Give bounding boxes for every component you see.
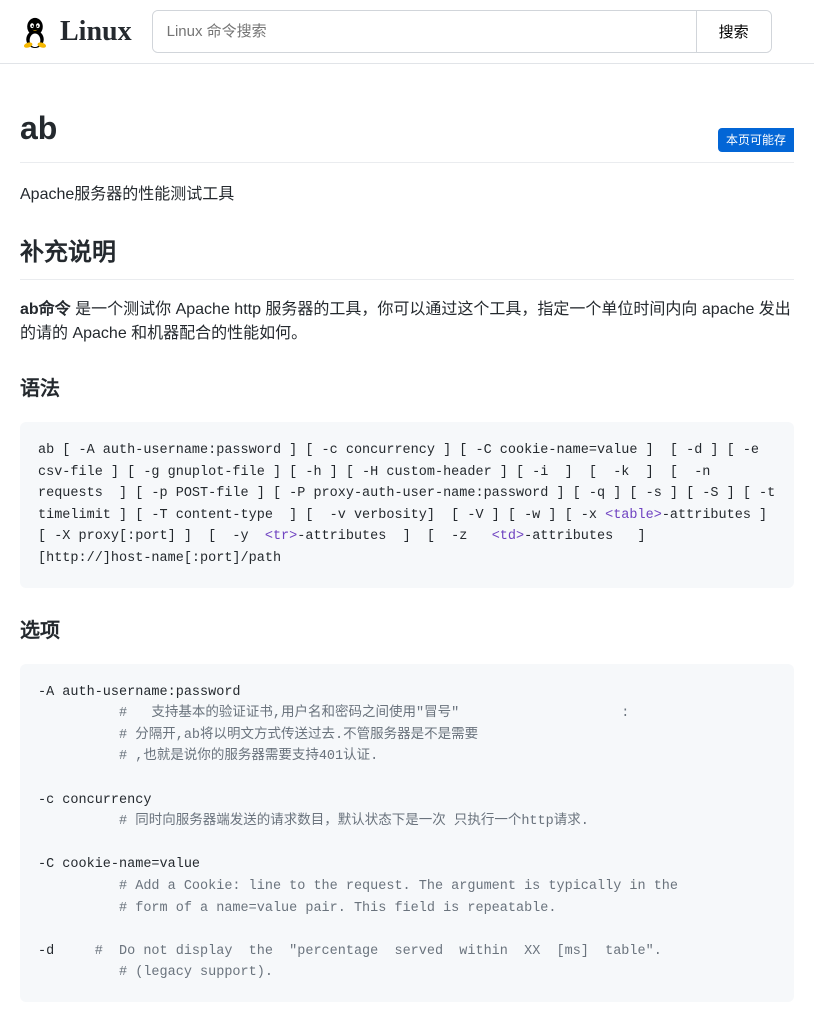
subtitle: Apache服务器的性能测试工具 [20, 183, 794, 207]
status-badge[interactable]: 本页可能存 [718, 128, 794, 152]
heading-supplement: 补充说明 [20, 235, 794, 280]
search-button[interactable]: 搜索 [696, 11, 771, 52]
title-row: ab 本页可能存 [20, 104, 794, 163]
search-input[interactable] [153, 11, 696, 52]
page-title: ab [20, 104, 57, 152]
content: ab 本页可能存 Apache服务器的性能测试工具 补充说明 ab命令 是一个测… [0, 64, 814, 1032]
desc-rest: 是一个测试你 Apache http 服务器的工具，你可以通过这个工具，指定一个… [20, 301, 791, 342]
search-form: 搜索 [152, 10, 772, 53]
logo-text: Linux [60, 11, 132, 53]
syntax-block: ab [ -A auth-username:password ] [ -c co… [20, 422, 794, 588]
desc-strong: ab命令 [20, 301, 71, 318]
heading-syntax: 语法 [20, 374, 794, 404]
description: ab命令 是一个测试你 Apache http 服务器的工具，你可以通过这个工具… [20, 298, 794, 346]
header-bar: Linux 搜索 [0, 0, 814, 64]
logo[interactable]: Linux [20, 11, 132, 53]
tux-icon [20, 15, 50, 49]
heading-options: 选项 [20, 616, 794, 646]
options-block: -A auth-username:password # 支持基本的验证证书,用户… [20, 664, 794, 1002]
